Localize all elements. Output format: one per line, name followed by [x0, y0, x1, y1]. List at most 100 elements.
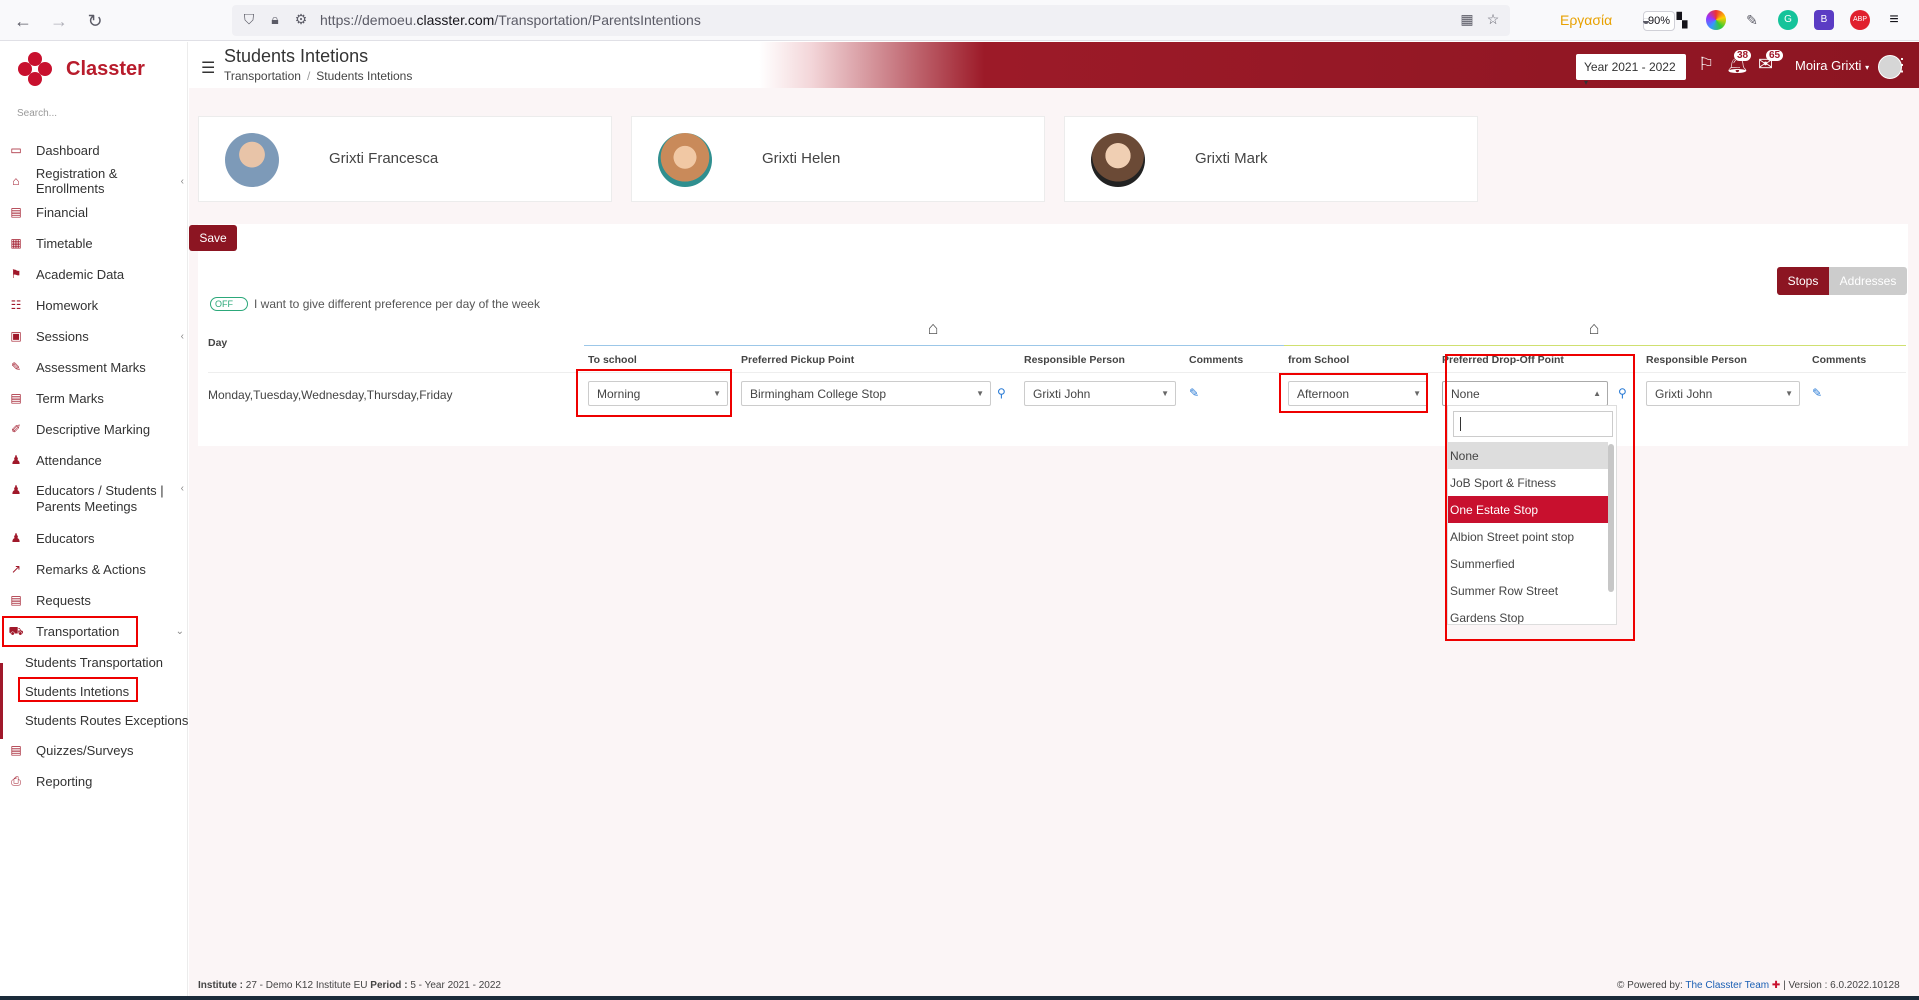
more-menu-icon[interactable]: ⋮ — [1893, 55, 1911, 76]
browser-toolbar: ← → ↻ ⛉ 🔒︎ ⚙ https://demoeu.classter.com… — [0, 0, 1919, 41]
chevron-down-icon: ▼ — [1785, 389, 1793, 398]
row-separator — [208, 372, 1906, 373]
sidebar-item-label: Term Marks — [36, 390, 104, 406]
per-day-preference-toggle[interactable]: OFF I want to give different preference … — [210, 297, 540, 311]
extensions-icon[interactable]: ▚ — [1672, 10, 1692, 30]
highlight-box — [2, 616, 138, 647]
url-text[interactable]: https://demoeu.classter.com/Transportati… — [320, 12, 701, 28]
brand-logo[interactable]: Classter — [18, 52, 145, 86]
pocket-icon[interactable]: ◒ — [1636, 10, 1656, 30]
money-icon: ▤ — [10, 205, 22, 219]
user-menu[interactable]: Moira Grixti ▾ — [1795, 58, 1869, 73]
sidebar-item-label: Homework — [36, 297, 99, 313]
sidebar-item-label: Academic Data — [36, 266, 125, 282]
sidebar-item-term-marks[interactable]: ▤ Term Marks — [0, 384, 188, 412]
browser-menu-icon[interactable]: ≡ — [1884, 10, 1904, 30]
grammarly-icon[interactable]: G — [1778, 10, 1798, 30]
sidebar-item-homework[interactable]: ☷ Homework — [0, 291, 188, 319]
sidebar-item-dashboard[interactable]: ▭ Dashboard — [0, 136, 188, 164]
url-prefix: https://demoeu. — [320, 12, 417, 28]
student-card[interactable]: Grixti Helen — [631, 116, 1045, 202]
sidebar-item-educators[interactable]: ♟ Educators — [0, 524, 188, 552]
sidebar-item-reporting[interactable]: ⎙ Reporting — [0, 767, 188, 795]
highlight-box — [1445, 354, 1635, 641]
flag-icon[interactable]: ⚐ — [1698, 54, 1714, 75]
from-school-group-line — [1284, 345, 1906, 346]
adblock-icon[interactable]: ABP — [1850, 10, 1870, 30]
stops-button[interactable]: Stops — [1777, 267, 1829, 295]
work-container-label[interactable]: Εργασία — [1560, 12, 1612, 28]
shield-icon[interactable]: ⛉ — [240, 11, 258, 29]
sidebar-item-quizzes-surveys[interactable]: ▤ Quizzes/Surveys — [0, 736, 188, 764]
sidebar-subitem-students-routes-exceptions[interactable]: Students Routes Exceptions — [25, 713, 188, 728]
map-marker-icon[interactable]: ⚲ — [997, 386, 1006, 400]
student-name: Grixti Mark — [1195, 150, 1268, 167]
to-school-group-line — [584, 345, 1284, 346]
classter-team-link[interactable]: The Classter Team — [1685, 980, 1769, 991]
color-picker-icon[interactable] — [1706, 10, 1726, 30]
institution-icon: ⌂ — [12, 174, 20, 188]
permissions-icon[interactable]: ⚙ — [292, 11, 310, 29]
pickup-point-value: Birmingham College Stop — [750, 387, 887, 401]
eyedropper-icon[interactable]: ✎ — [1742, 10, 1762, 30]
sidebar-item-financial[interactable]: ▤ Financial — [0, 198, 188, 226]
extension-icon[interactable]: B — [1814, 10, 1834, 30]
reload-icon[interactable]: ↻ — [82, 8, 108, 34]
sidebar-item-timetable[interactable]: ▦ Timetable — [0, 229, 188, 257]
sidebar-item-educators-students-parents-meetings[interactable]: ♟ Educators / Students | Parents Meetings… — [0, 477, 188, 517]
pickup-point-select[interactable]: Birmingham College Stop ▼ — [741, 381, 991, 406]
back-icon[interactable]: ← — [10, 8, 36, 34]
sidebar-item-requests[interactable]: ▤ Requests — [0, 586, 188, 614]
year-select[interactable]: Year 2021 - 2022 ▾ — [1576, 54, 1686, 87]
sidebar-item-label: Remarks & Actions — [36, 561, 146, 577]
save-button[interactable]: Save — [189, 225, 237, 251]
sidebar-subitem-students-transportation[interactable]: Students Transportation — [25, 655, 163, 670]
sidebar-item-registration-enrollments[interactable]: ⌂ Registration & Enrollments ‹ — [0, 166, 188, 196]
responsible-person-select[interactable]: Grixti John ▼ — [1024, 381, 1176, 406]
house-walk-icon: ⌂ — [927, 318, 939, 338]
toggle-label: I want to give different preference per … — [254, 297, 540, 311]
sidebar-item-remarks-actions[interactable]: ↗ Remarks & Actions — [0, 555, 188, 583]
user-check-icon: ♟ — [10, 453, 22, 467]
responsible-person-select[interactable]: Grixti John ▼ — [1646, 381, 1800, 406]
hamburger-icon[interactable]: ☰ — [201, 58, 215, 78]
sidebar-item-label: Requests — [36, 592, 91, 608]
responsible-person-value: Grixti John — [1033, 387, 1091, 401]
qr-icon[interactable]: ▦ — [1458, 11, 1476, 29]
sidebar-item-attendance[interactable]: ♟ Attendance — [0, 446, 188, 474]
edit-comment-icon[interactable]: ✎ — [1189, 386, 1199, 400]
chevron-down-icon: ▼ — [976, 389, 984, 398]
meeting-icon: ♟ — [10, 483, 22, 497]
addresses-button[interactable]: Addresses — [1829, 267, 1907, 295]
sidebar-item-descriptive-marking[interactable]: ✐ Descriptive Marking — [0, 415, 188, 443]
sidebar-item-label: Sessions — [36, 328, 89, 344]
chevron-down-icon: ⌄ — [175, 625, 184, 637]
sidebar-search[interactable]: Search... — [17, 108, 57, 119]
student-card[interactable]: Grixti Mark — [1064, 116, 1478, 202]
list-icon: ☷ — [10, 298, 22, 312]
student-card[interactable]: Grixti Francesca — [198, 116, 612, 202]
student-name: Grixti Helen — [762, 150, 841, 167]
sidebar-item-assessment-marks[interactable]: ✎ Assessment Marks — [0, 353, 188, 381]
breadcrumb-item[interactable]: Students Intetions — [316, 69, 412, 83]
requests-icon: ▤ — [10, 593, 22, 607]
powered-by-label: Powered by: — [1627, 980, 1683, 991]
page-title: Students Intetions — [224, 46, 369, 66]
breadcrumb-item[interactable]: Transportation — [224, 69, 301, 83]
toggle-switch[interactable]: OFF — [210, 297, 248, 311]
forward-icon[interactable]: → — [46, 8, 72, 34]
bookmark-star-icon[interactable]: ☆ — [1484, 11, 1502, 29]
intentions-panel — [198, 224, 1908, 446]
chevron-down-icon: ▾ — [1865, 63, 1870, 72]
sidebar-item-label: Descriptive Marking — [36, 421, 151, 437]
column-header-comments: Comments — [1812, 354, 1867, 366]
quiz-icon: ▤ — [10, 743, 22, 757]
sidebar-item-sessions[interactable]: ▣ Sessions ‹ — [0, 322, 188, 350]
edit-comment-icon[interactable]: ✎ — [1812, 386, 1822, 400]
sidebar-item-label: Timetable — [36, 235, 93, 251]
bottom-strip — [0, 996, 1919, 1000]
institute-label: Institute : — [198, 980, 243, 991]
sidebar-item-academic-data[interactable]: ⚑ Academic Data — [0, 260, 188, 288]
address-bar[interactable]: ⛉ 🔒︎ ⚙ https://demoeu.classter.com/Trans… — [232, 5, 1675, 36]
lock-icon[interactable]: 🔒︎ — [266, 11, 284, 29]
